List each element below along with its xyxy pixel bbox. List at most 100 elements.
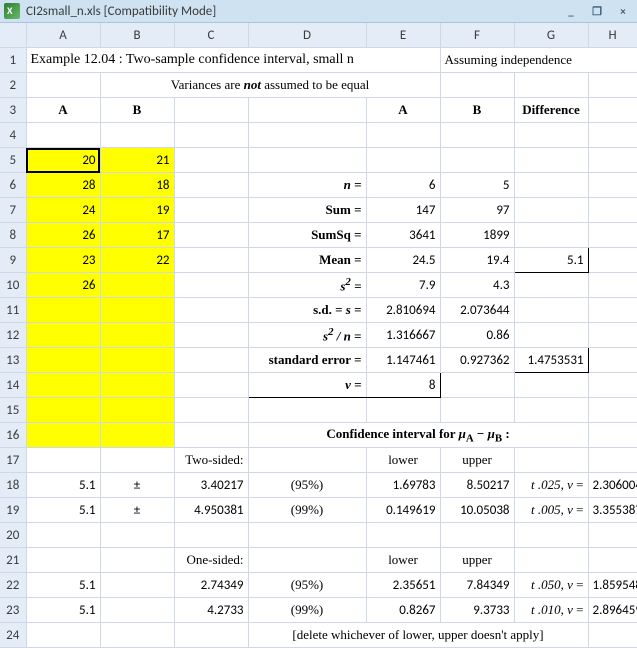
- cell[interactable]: [440, 373, 514, 398]
- cell[interactable]: upper: [440, 548, 514, 573]
- cell[interactable]: t .025, ν =: [514, 473, 588, 498]
- cell[interactable]: 23: [26, 248, 100, 273]
- col-header-E[interactable]: E: [366, 23, 440, 48]
- cell[interactable]: Variances are not assumed to be equal: [100, 73, 440, 98]
- cell[interactable]: lower: [366, 548, 440, 573]
- cell[interactable]: [514, 73, 588, 98]
- cell[interactable]: 2.810694: [366, 298, 440, 323]
- cell[interactable]: [514, 223, 588, 248]
- row-header[interactable]: 15: [0, 398, 26, 423]
- cell[interactable]: B: [440, 98, 514, 123]
- cell[interactable]: [588, 398, 637, 423]
- cell[interactable]: 24.5: [366, 248, 440, 273]
- cell[interactable]: 1.147461: [366, 348, 440, 373]
- cell[interactable]: 17: [100, 223, 174, 248]
- cell[interactable]: [248, 148, 366, 173]
- cell[interactable]: [514, 548, 588, 573]
- cell[interactable]: 3.40217: [174, 473, 248, 498]
- cell[interactable]: [514, 373, 588, 398]
- cell[interactable]: [26, 123, 100, 148]
- row-header[interactable]: 1: [0, 48, 26, 73]
- cell[interactable]: [440, 398, 514, 423]
- cell[interactable]: Assuming independence: [440, 48, 637, 73]
- cell[interactable]: [588, 123, 637, 148]
- col-header-D[interactable]: D: [248, 23, 366, 48]
- cell[interactable]: [366, 523, 440, 548]
- cell[interactable]: 2.35651: [366, 573, 440, 598]
- cell[interactable]: 2.74349: [174, 573, 248, 598]
- cell[interactable]: Example 12.04 : Two-sample confidence in…: [26, 48, 440, 73]
- cell[interactable]: [174, 523, 248, 548]
- cell[interactable]: [514, 148, 588, 173]
- cell[interactable]: standard error =: [248, 348, 366, 373]
- row-header[interactable]: 10: [0, 273, 26, 298]
- cell[interactable]: [514, 448, 588, 473]
- spreadsheet-grid[interactable]: A B C D E F G H 1 Example 12.04 : Two-sa…: [0, 23, 637, 648]
- cell[interactable]: ±: [100, 473, 174, 498]
- cell[interactable]: [174, 148, 248, 173]
- cell[interactable]: [366, 123, 440, 148]
- cell[interactable]: [366, 398, 440, 423]
- cell[interactable]: [100, 373, 174, 398]
- cell[interactable]: [26, 298, 100, 323]
- cell[interactable]: [26, 623, 100, 648]
- cell[interactable]: [588, 323, 637, 348]
- cell[interactable]: 4.3: [440, 273, 514, 298]
- cell[interactable]: [26, 398, 100, 423]
- cell[interactable]: 1899: [440, 223, 514, 248]
- row-header[interactable]: 24: [0, 623, 26, 648]
- cell[interactable]: 26: [26, 223, 100, 248]
- cell[interactable]: (99%): [248, 498, 366, 523]
- cell[interactable]: [174, 348, 248, 373]
- cell[interactable]: 5: [440, 173, 514, 198]
- cell[interactable]: [440, 123, 514, 148]
- cell[interactable]: [588, 73, 637, 98]
- cell[interactable]: 10.05038: [440, 498, 514, 523]
- cell[interactable]: 97: [440, 198, 514, 223]
- close-button[interactable]: ×: [613, 3, 633, 19]
- cell[interactable]: 0.86: [440, 323, 514, 348]
- cell[interactable]: [174, 198, 248, 223]
- cell[interactable]: upper: [440, 448, 514, 473]
- row-header[interactable]: 17: [0, 448, 26, 473]
- cell[interactable]: [588, 98, 637, 123]
- row-header[interactable]: 19: [0, 498, 26, 523]
- cell[interactable]: [100, 598, 174, 623]
- row-header[interactable]: 21: [0, 548, 26, 573]
- cell[interactable]: 3641: [366, 223, 440, 248]
- row-header[interactable]: 16: [0, 423, 26, 448]
- cell[interactable]: Sum =: [248, 198, 366, 223]
- row-header[interactable]: 12: [0, 323, 26, 348]
- cell[interactable]: [588, 523, 637, 548]
- row-header[interactable]: 9: [0, 248, 26, 273]
- cell[interactable]: t .005, ν =: [514, 498, 588, 523]
- cell[interactable]: 1.4753531: [514, 348, 588, 373]
- row-header[interactable]: 3: [0, 98, 26, 123]
- cell[interactable]: 147: [366, 198, 440, 223]
- cell[interactable]: [26, 73, 100, 98]
- cell[interactable]: [248, 523, 366, 548]
- cell[interactable]: [588, 623, 637, 648]
- cell[interactable]: A: [26, 98, 100, 123]
- cell[interactable]: 7.9: [366, 273, 440, 298]
- cell[interactable]: [100, 623, 174, 648]
- cell[interactable]: [174, 323, 248, 348]
- cell[interactable]: 22: [100, 248, 174, 273]
- cell[interactable]: [100, 448, 174, 473]
- cell[interactable]: [100, 573, 174, 598]
- cell[interactable]: [26, 548, 100, 573]
- cell[interactable]: (95%): [248, 473, 366, 498]
- active-cell[interactable]: 20: [26, 148, 100, 173]
- col-header-G[interactable]: G: [514, 23, 588, 48]
- row-header[interactable]: 14: [0, 373, 26, 398]
- cell[interactable]: [26, 423, 100, 448]
- cell[interactable]: 24: [26, 198, 100, 223]
- row-header[interactable]: 8: [0, 223, 26, 248]
- cell[interactable]: 1.859548: [588, 573, 637, 598]
- cell[interactable]: [26, 348, 100, 373]
- row-header[interactable]: 20: [0, 523, 26, 548]
- cell[interactable]: [366, 148, 440, 173]
- cell[interactable]: 4.950381: [174, 498, 248, 523]
- cell[interactable]: [588, 223, 637, 248]
- cell[interactable]: (95%): [248, 573, 366, 598]
